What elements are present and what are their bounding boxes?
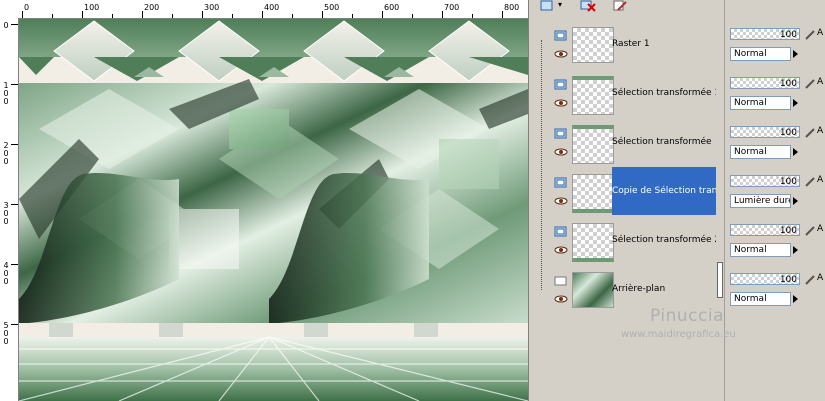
brush-icon[interactable] bbox=[804, 225, 816, 237]
layer-type-icon bbox=[554, 226, 567, 237]
watermark-url: www.maidiregrafica.eu bbox=[621, 329, 736, 340]
ruler-label: 0 bbox=[3, 157, 9, 166]
new-layer-icon[interactable] bbox=[540, 0, 554, 12]
column-divider bbox=[724, 0, 725, 401]
opacity-field[interactable]: 100 bbox=[730, 126, 800, 138]
visibility-eye-icon[interactable] bbox=[554, 99, 568, 107]
layer-thumbnail bbox=[572, 76, 614, 115]
side-label: A bbox=[817, 77, 824, 87]
delete-layer-icon[interactable] bbox=[580, 0, 596, 12]
visibility-eye-icon[interactable] bbox=[554, 50, 568, 58]
ruler-label: 200 bbox=[144, 3, 160, 12]
opacity-field[interactable]: 100 bbox=[730, 273, 800, 285]
dropdown-arrow-icon[interactable]: ▾ bbox=[558, 0, 562, 9]
ruler-label: 400 bbox=[264, 3, 280, 12]
layer-name: Sélection transformée 2 bbox=[612, 235, 716, 245]
brush-icon[interactable] bbox=[804, 127, 816, 139]
ruler-label: 0 bbox=[3, 97, 9, 106]
layer-name: Copie de Sélection trans bbox=[612, 167, 716, 215]
opacity-field[interactable]: 100 bbox=[730, 175, 800, 187]
ruler-label: 0 bbox=[3, 217, 9, 226]
side-label: A bbox=[817, 224, 824, 234]
opacity-field[interactable]: 100 bbox=[730, 28, 800, 40]
layer-row[interactable]: Sélection transformée 2 bbox=[548, 216, 716, 264]
ruler-label: 0 bbox=[3, 337, 9, 346]
edit-layer-icon[interactable] bbox=[612, 0, 628, 12]
ruler-label: 600 bbox=[384, 3, 400, 12]
canvas-artwork bbox=[19, 19, 528, 401]
blend-dropdown-arrow[interactable] bbox=[790, 47, 800, 61]
visibility-eye-icon[interactable] bbox=[554, 148, 568, 156]
watermark-name: Pinuccia bbox=[650, 306, 724, 326]
layer-name: Sélection transformée 1 bbox=[612, 88, 716, 98]
side-label: A bbox=[817, 126, 824, 136]
layer-row[interactable]: Sélection transformée bbox=[548, 118, 716, 166]
ruler-label: 500 bbox=[324, 3, 340, 12]
layer-type-icon bbox=[554, 30, 567, 41]
layer-name: Sélection transformée bbox=[612, 137, 712, 147]
panel-expand-handle[interactable] bbox=[717, 262, 723, 298]
side-label: A bbox=[817, 28, 824, 38]
layer-thumbnail bbox=[572, 272, 614, 308]
ruler-label: 0 bbox=[3, 277, 9, 286]
blend-dropdown-arrow[interactable] bbox=[790, 194, 800, 208]
layer-thumbnail bbox=[572, 27, 614, 63]
layer-thumbnail bbox=[572, 223, 614, 262]
blend-dropdown-arrow[interactable] bbox=[790, 145, 800, 159]
brush-icon[interactable] bbox=[804, 29, 816, 41]
layer-row[interactable]: Raster 1 bbox=[548, 20, 716, 68]
ruler-label: 700 bbox=[444, 3, 460, 12]
layer-type-icon bbox=[554, 79, 567, 90]
image-canvas[interactable] bbox=[19, 19, 528, 401]
blend-dropdown-arrow[interactable] bbox=[790, 243, 800, 257]
visibility-eye-icon[interactable] bbox=[554, 295, 568, 303]
ruler-label: 300 bbox=[204, 3, 220, 12]
layer-type-icon bbox=[554, 177, 567, 188]
ruler-label: 800 bbox=[504, 3, 520, 12]
layer-row[interactable]: Sélection transformée 1 bbox=[548, 69, 716, 117]
layer-thumbnail bbox=[572, 125, 614, 164]
side-label: A bbox=[817, 175, 824, 185]
opacity-field[interactable]: 100 bbox=[730, 224, 800, 236]
visibility-eye-icon[interactable] bbox=[554, 197, 568, 205]
horizontal-ruler: 0 100 200 300 400 500 600 700 800 bbox=[0, 0, 528, 19]
layer-name: Raster 1 bbox=[612, 39, 650, 49]
blend-dropdown-arrow[interactable] bbox=[790, 96, 800, 110]
layer-row[interactable]: Copie de Sélection trans bbox=[548, 167, 716, 215]
side-label: A bbox=[817, 273, 824, 283]
layer-tree-line bbox=[541, 40, 543, 290]
brush-icon[interactable] bbox=[804, 176, 816, 188]
layer-type-icon bbox=[554, 276, 567, 286]
ruler-label: 0 bbox=[3, 21, 9, 30]
ruler-label: 0 bbox=[24, 3, 30, 12]
brush-icon[interactable] bbox=[804, 78, 816, 90]
blend-dropdown-arrow[interactable] bbox=[790, 292, 800, 306]
brush-icon[interactable] bbox=[804, 274, 816, 286]
ruler-label: 100 bbox=[84, 3, 100, 12]
opacity-field[interactable]: 100 bbox=[730, 77, 800, 89]
visibility-eye-icon[interactable] bbox=[554, 246, 568, 254]
layer-thumbnail bbox=[572, 174, 614, 213]
layer-type-icon bbox=[554, 128, 567, 139]
vertical-ruler: 0 1 0 0 2 0 0 3 0 0 4 0 0 5 0 0 bbox=[0, 18, 19, 401]
